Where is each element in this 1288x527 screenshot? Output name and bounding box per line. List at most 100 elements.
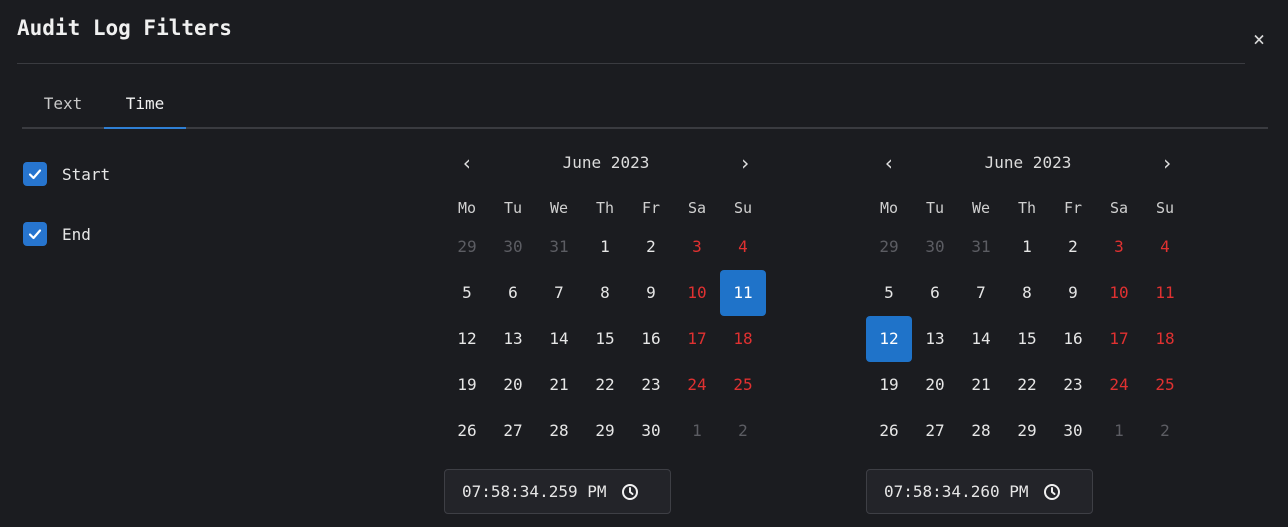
close-icon: × [1252,27,1266,51]
calendar-day-outside[interactable]: 1 [674,408,720,454]
clock-icon[interactable] [621,483,639,501]
tab-time[interactable]: Time [104,83,186,129]
calendar-day-selected[interactable]: 11 [720,270,766,316]
calendar-day-outside[interactable]: 30 [490,224,536,270]
calendar-day[interactable]: 22 [1004,362,1050,408]
weekday-header: Mo [457,199,477,217]
next-month-button[interactable]: › [722,146,768,180]
calendar-day[interactable]: 11 [1142,270,1188,316]
weekday-header: We [971,199,991,217]
calendar-day[interactable]: 22 [582,362,628,408]
calendar-day[interactable]: 17 [674,316,720,362]
calendar-day[interactable]: 23 [1050,362,1096,408]
calendar-day[interactable]: 18 [1142,316,1188,362]
start-time-input[interactable]: 07:58:34.259 PM [444,469,671,514]
calendar-day[interactable]: 19 [866,362,912,408]
calendar-day[interactable]: 24 [674,362,720,408]
calendar-day[interactable]: 7 [536,270,582,316]
weekday-header: Tu [925,199,945,217]
calendar-day[interactable]: 8 [582,270,628,316]
calendar-day[interactable]: 5 [444,270,490,316]
calendar-day[interactable]: 16 [1050,316,1096,362]
calendar-day-outside[interactable]: 2 [720,408,766,454]
start-filter-toggle[interactable]: Start [23,162,110,186]
calendar-day[interactable]: 1 [582,224,628,270]
calendar-day[interactable]: 13 [490,316,536,362]
calendar-day[interactable]: 3 [1096,224,1142,270]
close-button[interactable]: × [1248,28,1270,50]
calendar-day[interactable]: 25 [720,362,766,408]
calendar-day[interactable]: 9 [628,270,674,316]
calendar-day-outside[interactable]: 30 [912,224,958,270]
calendar-day[interactable]: 14 [536,316,582,362]
tab-text[interactable]: Text [22,83,104,127]
calendar-day[interactable]: 20 [490,362,536,408]
month-label[interactable]: June 2023 [912,146,1144,180]
calendar-day[interactable]: 10 [674,270,720,316]
calendar-day[interactable]: 17 [1096,316,1142,362]
calendar-day[interactable]: 21 [958,362,1004,408]
clock-icon[interactable] [1043,483,1061,501]
calendar-day-outside[interactable]: 29 [866,224,912,270]
end-checkbox[interactable] [23,222,47,246]
calendar-header: ‹ June 2023 › [444,146,774,180]
start-checkbox[interactable] [23,162,47,186]
next-month-button[interactable]: › [1144,146,1190,180]
calendar-day[interactable]: 29 [582,408,628,454]
calendar-day[interactable]: 9 [1050,270,1096,316]
calendar-day[interactable]: 28 [958,408,1004,454]
calendar-day[interactable]: 29 [1004,408,1050,454]
audit-log-filters-dialog: Audit Log Filters × Text Time Start End … [0,0,1288,527]
calendar-day[interactable]: 30 [1050,408,1096,454]
prev-month-button[interactable]: ‹ [866,146,912,180]
chevron-right-icon: › [738,151,752,175]
chevron-right-icon: › [1160,151,1174,175]
calendar-day[interactable]: 5 [866,270,912,316]
calendar-day[interactable]: 6 [912,270,958,316]
calendar-day-outside[interactable]: 2 [1142,408,1188,454]
calendar-day[interactable]: 7 [958,270,1004,316]
calendar-day-outside[interactable]: 31 [958,224,1004,270]
calendar-day[interactable]: 24 [1096,362,1142,408]
calendar-day[interactable]: 2 [1050,224,1096,270]
calendar-day[interactable]: 27 [490,408,536,454]
calendar-day[interactable]: 15 [582,316,628,362]
calendar-day[interactable]: 27 [912,408,958,454]
calendar-day[interactable]: 18 [720,316,766,362]
calendar-day-outside[interactable]: 1 [1096,408,1142,454]
calendar-day[interactable]: 12 [444,316,490,362]
calendar-day-selected[interactable]: 12 [866,316,912,362]
weekday-header: Su [1155,199,1175,217]
month-label[interactable]: June 2023 [490,146,722,180]
calendar-day[interactable]: 21 [536,362,582,408]
calendar-day-outside[interactable]: 29 [444,224,490,270]
calendar-day[interactable]: 14 [958,316,1004,362]
calendar-day[interactable]: 30 [628,408,674,454]
chevron-left-icon: ‹ [882,151,896,175]
calendar-day[interactable]: 19 [444,362,490,408]
calendar-day[interactable]: 28 [536,408,582,454]
calendar-day[interactable]: 10 [1096,270,1142,316]
calendar-day[interactable]: 20 [912,362,958,408]
calendar-day[interactable]: 6 [490,270,536,316]
prev-month-button[interactable]: ‹ [444,146,490,180]
calendar-day[interactable]: 26 [444,408,490,454]
end-filter-toggle[interactable]: End [23,222,91,246]
end-time-input[interactable]: 07:58:34.260 PM [866,469,1093,514]
weekday-header: Fr [641,199,661,217]
calendar-day[interactable]: 13 [912,316,958,362]
calendar-day[interactable]: 25 [1142,362,1188,408]
calendar-day[interactable]: 1 [1004,224,1050,270]
calendar-day[interactable]: 3 [674,224,720,270]
calendar-day[interactable]: 15 [1004,316,1050,362]
calendar-day-outside[interactable]: 31 [536,224,582,270]
calendar-day[interactable]: 23 [628,362,674,408]
weekday-header: Tu [503,199,523,217]
calendar-day[interactable]: 2 [628,224,674,270]
calendar-day[interactable]: 4 [1142,224,1188,270]
calendar-day[interactable]: 16 [628,316,674,362]
calendar-day[interactable]: 26 [866,408,912,454]
calendar-day[interactable]: 4 [720,224,766,270]
header-divider [17,63,1245,64]
calendar-day[interactable]: 8 [1004,270,1050,316]
